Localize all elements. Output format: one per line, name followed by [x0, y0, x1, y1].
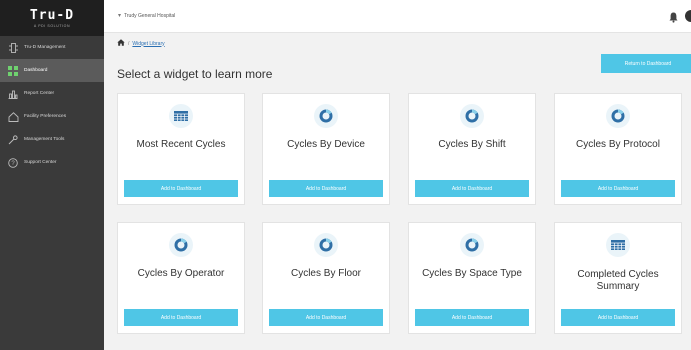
- facility-selector[interactable]: ▾ Trudy General Hospital: [118, 12, 175, 19]
- sidebar-item-label: Facility Preferences: [24, 114, 67, 119]
- brand-logo[interactable]: Tru-D A PDI SOLUTION: [0, 0, 104, 36]
- widget-title: Cycles By Floor: [290, 268, 361, 279]
- widget-title: Cycles By Space Type: [422, 268, 522, 279]
- brand-name: Tru-D: [29, 7, 75, 23]
- sidebar-item-management-tools[interactable]: Management Tools: [0, 128, 104, 151]
- add-to-dashboard-button[interactable]: Add to Dashboard: [415, 180, 529, 197]
- add-to-dashboard-button[interactable]: Add to Dashboard: [415, 309, 529, 326]
- breadcrumb-widget-library[interactable]: Widget Library: [132, 41, 164, 47]
- add-to-dashboard-button[interactable]: Add to Dashboard: [269, 180, 383, 197]
- donut-chart-icon: [314, 233, 338, 257]
- facility-name: Trudy General Hospital: [124, 13, 176, 19]
- widget-card-cycles-by-device[interactable]: Cycles By Device Add to Dashboard: [262, 93, 390, 205]
- add-to-dashboard-button[interactable]: Add to Dashboard: [561, 309, 675, 326]
- add-to-dashboard-button[interactable]: Add to Dashboard: [561, 180, 675, 197]
- home-icon[interactable]: [117, 39, 125, 48]
- donut-chart-icon: [314, 104, 338, 128]
- sidebar-item-dashboard[interactable]: Dashboard: [0, 59, 104, 82]
- donut-chart-icon: [460, 104, 484, 128]
- widget-card-most-recent-cycles[interactable]: Most Recent Cycles Add to Dashboard: [117, 93, 245, 205]
- widget-card-cycles-by-protocol[interactable]: Cycles By Protocol Add to Dashboard: [554, 93, 682, 205]
- widget-card-completed-cycles-summary[interactable]: Completed Cycles Summary Add to Dashboar…: [554, 222, 682, 334]
- top-bar: ▾ Trudy General Hospital: [104, 0, 691, 33]
- dashboard-grid-icon: [6, 65, 20, 76]
- donut-chart-icon: [460, 233, 484, 257]
- sidebar-item-facility-preferences[interactable]: Facility Preferences: [0, 105, 104, 128]
- dropdown-bullet-icon: ▾: [118, 13, 122, 19]
- page-title: Select a widget to learn more: [117, 67, 273, 81]
- widget-title: Cycles By Shift: [438, 139, 506, 150]
- bell-icon[interactable]: [669, 10, 678, 28]
- table-icon: [606, 233, 630, 257]
- sidebar: Tru-D A PDI SOLUTION Tru-D Management Da…: [0, 0, 104, 350]
- donut-chart-icon: [169, 233, 193, 257]
- sidebar-item-tru-d-management[interactable]: Tru-D Management: [0, 36, 104, 59]
- add-to-dashboard-button[interactable]: Add to Dashboard: [124, 180, 238, 197]
- widget-title: Completed Cycles Summary: [577, 269, 659, 292]
- sidebar-item-label: Tru-D Management: [24, 45, 66, 50]
- widget-card-cycles-by-floor[interactable]: Cycles By Floor Add to Dashboard: [262, 222, 390, 334]
- breadcrumb-separator: /: [128, 40, 130, 47]
- question-circle-icon: ?: [6, 157, 20, 168]
- bar-chart-icon: [6, 89, 20, 99]
- sidebar-item-label: Dashboard: [24, 68, 48, 73]
- sidebar-item-label: Support Center: [24, 160, 57, 165]
- house-icon: [6, 111, 20, 122]
- sidebar-item-support-center[interactable]: ? Support Center: [0, 151, 104, 174]
- add-to-dashboard-button[interactable]: Add to Dashboard: [269, 309, 383, 326]
- widget-card-cycles-by-operator[interactable]: Cycles By Operator Add to Dashboard: [117, 222, 245, 334]
- widget-title: Cycles By Protocol: [576, 139, 660, 150]
- widget-title: Most Recent Cycles: [136, 139, 226, 150]
- sidebar-item-report-center[interactable]: Report Center: [0, 82, 104, 105]
- donut-chart-icon: [606, 104, 630, 128]
- brand-tagline: A PDI SOLUTION: [33, 23, 71, 28]
- widget-card-cycles-by-shift[interactable]: Cycles By Shift Add to Dashboard: [408, 93, 536, 205]
- svg-text:?: ?: [11, 161, 15, 167]
- widget-card-cycles-by-space-type[interactable]: Cycles By Space Type Add to Dashboard: [408, 222, 536, 334]
- breadcrumb: / Widget Library: [117, 39, 165, 48]
- add-to-dashboard-button[interactable]: Add to Dashboard: [124, 309, 238, 326]
- user-avatar[interactable]: [685, 10, 691, 22]
- sidebar-item-label: Management Tools: [24, 137, 65, 142]
- tru-d-robot-icon: [6, 42, 20, 53]
- return-to-dashboard-button[interactable]: Return to Dashboard: [601, 54, 691, 73]
- sidebar-item-label: Report Center: [24, 91, 55, 96]
- table-icon: [169, 104, 193, 128]
- wrench-icon: [6, 134, 20, 145]
- widget-title: Cycles By Operator: [137, 268, 225, 279]
- main-content: / Widget Library Select a widget to lear…: [104, 33, 691, 350]
- widget-title: Cycles By Device: [287, 139, 365, 150]
